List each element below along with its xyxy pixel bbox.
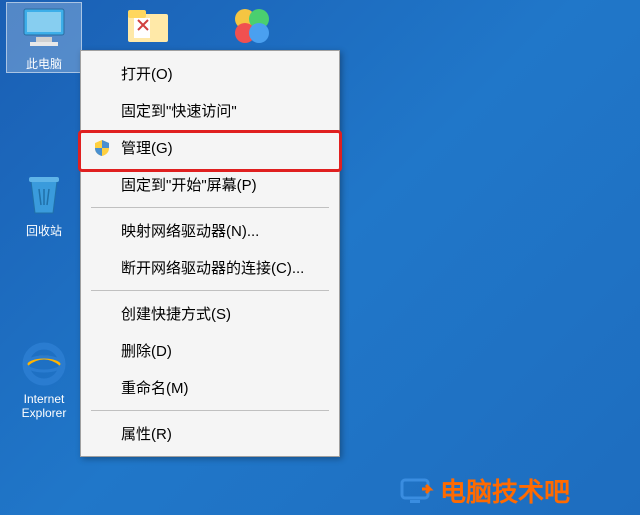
menu-item-manage[interactable]: 管理(G) [83, 129, 337, 166]
menu-item-rename[interactable]: 重命名(M) [83, 369, 337, 406]
menu-item-delete[interactable]: 删除(D) [83, 332, 337, 369]
desktop-icon-app[interactable] [214, 2, 290, 54]
desktop-icon-this-pc[interactable]: 此电脑 [6, 2, 82, 73]
menu-separator [91, 410, 329, 411]
recycle-bin-icon [20, 170, 68, 218]
menu-item-disconnect-drive[interactable]: 断开网络驱动器的连接(C)... [83, 249, 337, 286]
watermark-icon [400, 477, 434, 505]
desktop-icon-label: 回收站 [6, 222, 82, 239]
watermark: 电脑技术吧 [400, 472, 570, 509]
desktop-icon-label: 此电脑 [7, 55, 81, 72]
desktop-icon-recycle-bin[interactable]: 回收站 [6, 170, 82, 239]
menu-item-pin-start[interactable]: 固定到"开始"屏幕(P) [83, 166, 337, 203]
desktop-icon-label: InternetExplorer [6, 392, 82, 420]
desktop-icon-ie[interactable]: InternetExplorer [6, 340, 82, 420]
menu-item-open[interactable]: 打开(O) [83, 55, 337, 92]
menu-separator [91, 290, 329, 291]
menu-separator [91, 207, 329, 208]
clover-icon [228, 2, 276, 50]
menu-item-create-shortcut[interactable]: 创建快捷方式(S) [83, 295, 337, 332]
folder-icon [124, 2, 172, 50]
context-menu: 打开(O) 固定到"快速访问" 管理(G) 固定到"开始"屏幕(P) 映射网络驱… [80, 50, 340, 457]
menu-item-map-drive[interactable]: 映射网络驱动器(N)... [83, 212, 337, 249]
ie-icon [20, 340, 68, 388]
computer-icon [20, 3, 68, 51]
menu-item-properties[interactable]: 属性(R) [83, 415, 337, 452]
menu-item-pin-quick-access[interactable]: 固定到"快速访问" [83, 92, 337, 129]
desktop-icon-folder[interactable] [110, 2, 186, 54]
shield-icon [93, 139, 111, 157]
